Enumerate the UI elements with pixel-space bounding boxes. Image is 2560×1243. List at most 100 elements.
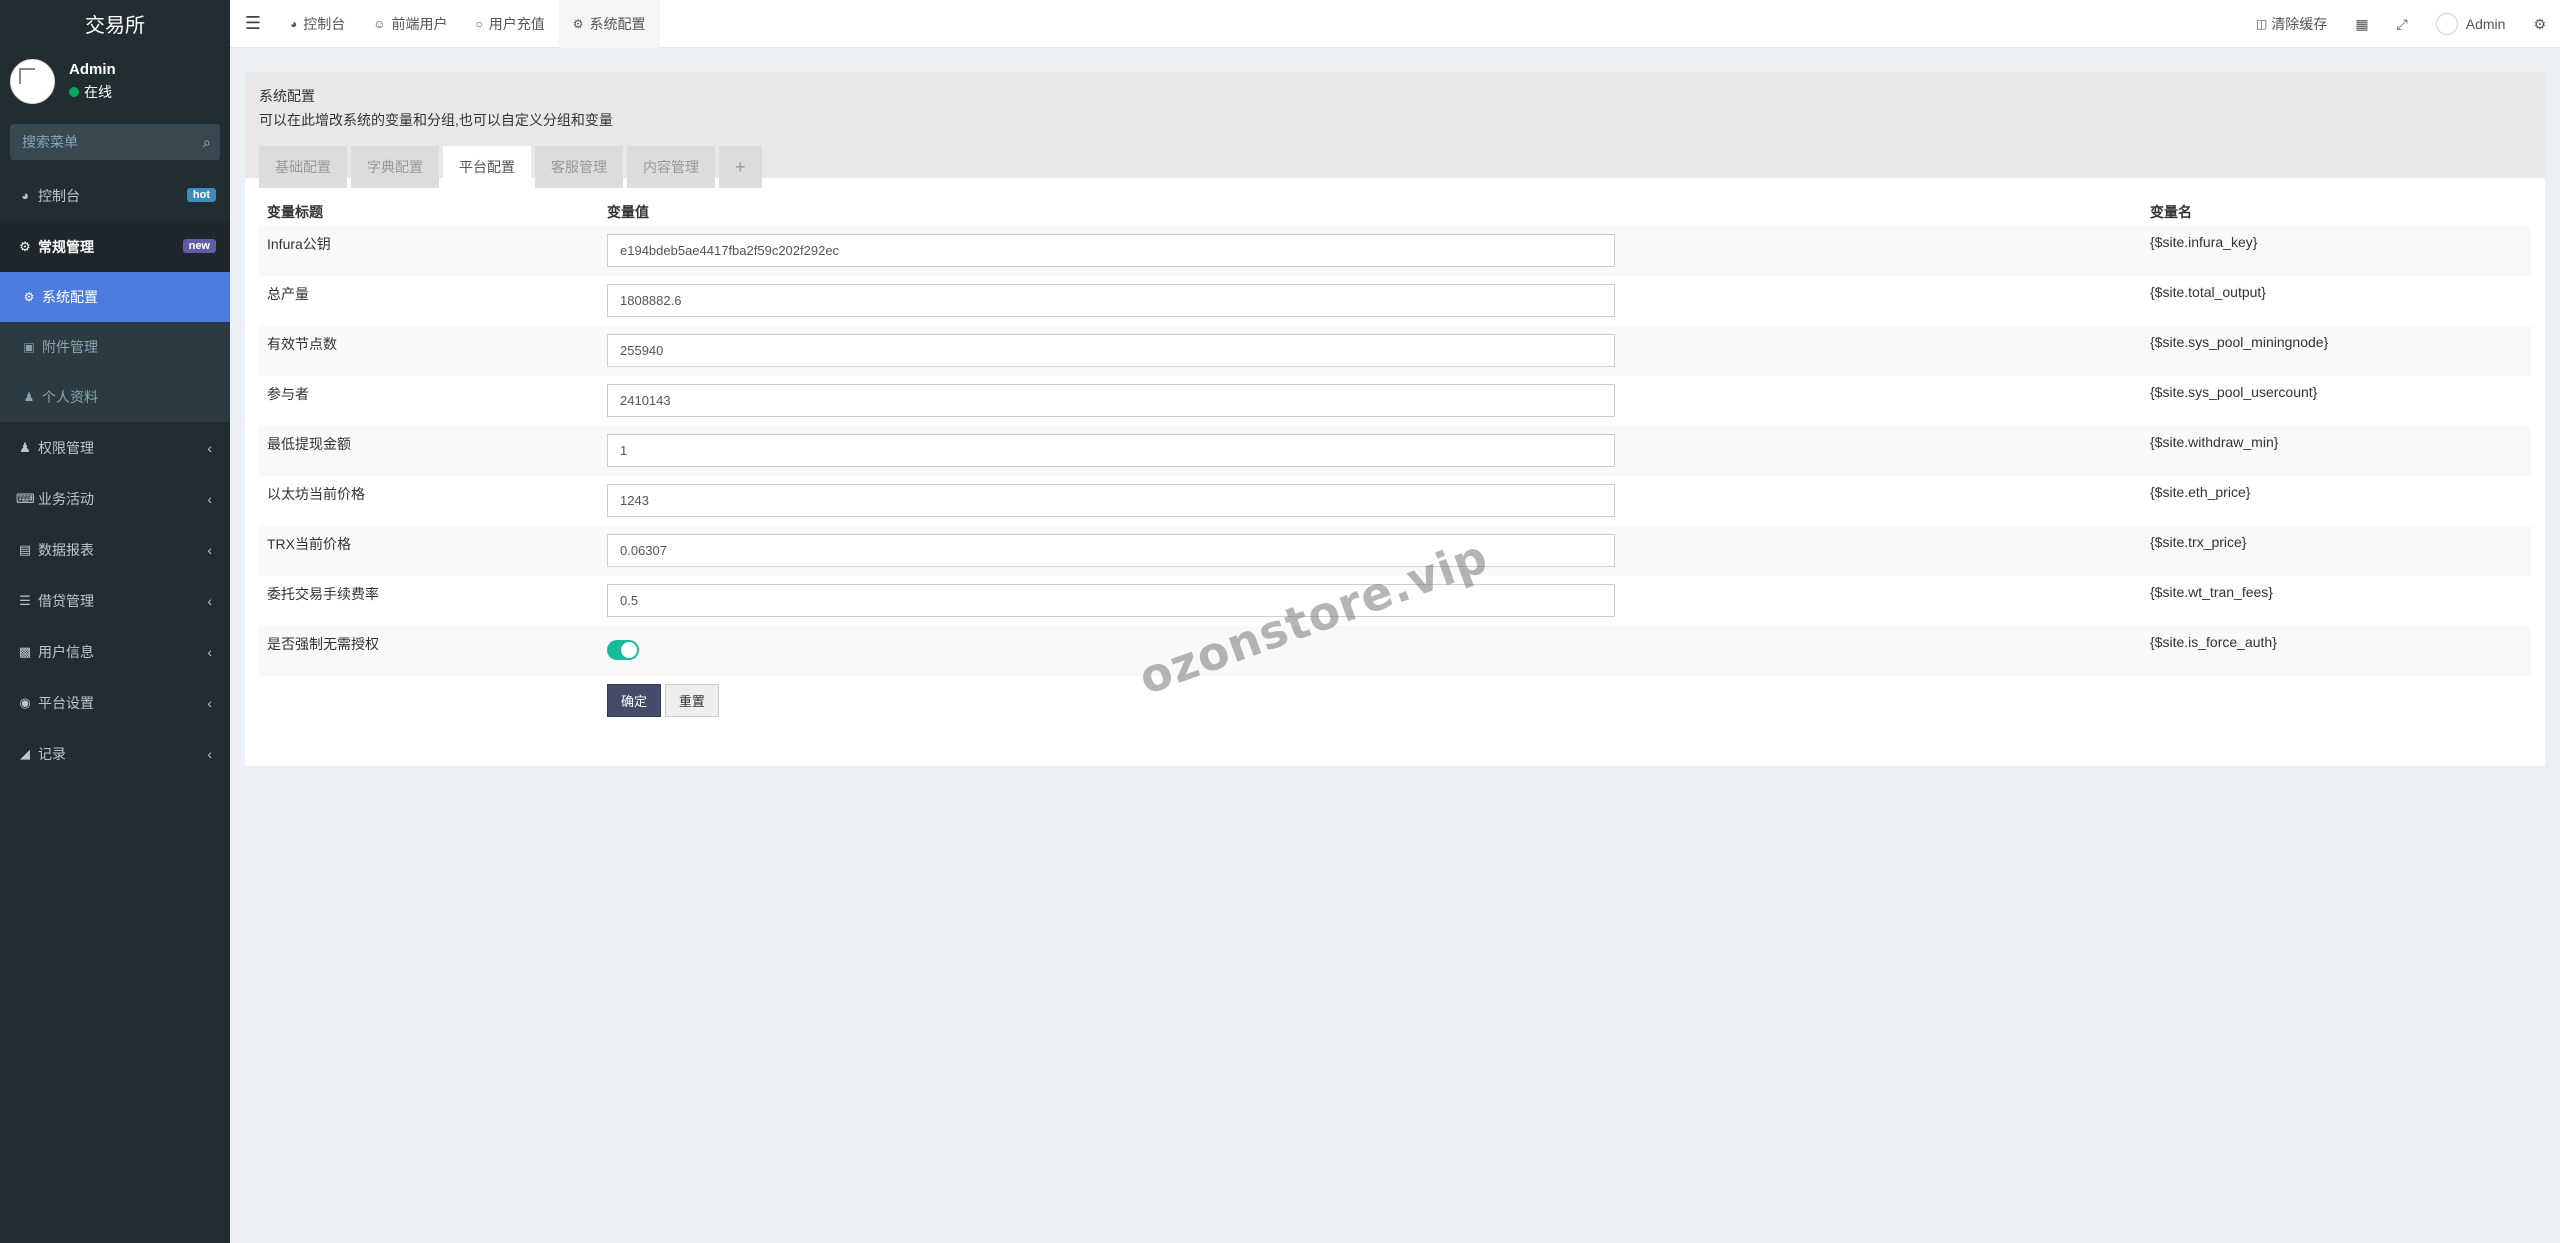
add-tab-button[interactable]: + — [719, 146, 762, 188]
settings-icon: ◉ — [19, 694, 31, 710]
tab-content-management[interactable]: 内容管理 — [627, 146, 715, 188]
row-title: Infura公钥 — [259, 226, 599, 276]
fullscreen-icon[interactable]: ⤢ — [2383, 16, 2422, 33]
tab-dict-config[interactable]: 字典配置 — [351, 146, 439, 188]
panel-body: 变量标题 变量值 变量名 Infura公钥 {$site.infura_key}… — [245, 178, 2545, 766]
sidebar-item-attachments[interactable]: ▣ 附件管理 — [0, 322, 230, 372]
reset-button[interactable]: 重置 — [664, 684, 719, 717]
area-chart-icon: ◢ — [20, 745, 30, 761]
table-row: 是否强制无需授权 {$site.is_force_auth} — [259, 626, 2531, 676]
sidebar-item-label: 控制台 — [38, 187, 80, 204]
table-row: 以太坊当前价格 {$site.eth_price} — [259, 476, 2531, 526]
row-var-name: {$site.trx_price} — [2142, 526, 2531, 576]
row-var-name: {$site.is_force_auth} — [2142, 626, 2531, 676]
search-input[interactable] — [22, 134, 203, 150]
sidebar-item-user-info[interactable]: ▩ 用户信息 ‹ — [0, 626, 230, 677]
value-input[interactable] — [607, 384, 1615, 417]
sidebar-item-reports[interactable]: ▤ 数据报表 ‹ — [0, 524, 230, 575]
row-title: 以太坊当前价格 — [267, 486, 365, 502]
panel-heading: 系统配置 可以在此增改系统的变量和分组,也可以自定义分组和变量 基础配置 字典配… — [245, 72, 2545, 188]
row-title: TRX当前价格 — [259, 526, 599, 576]
sidebar-item-system-config[interactable]: ⚙ 系统配置 — [0, 272, 230, 322]
user-status-label: 在线 — [84, 83, 112, 100]
value-input[interactable] — [607, 234, 1615, 267]
clear-cache-button[interactable]: ◫ 清除缓存 — [2242, 14, 2341, 34]
row-var-name: {$site.sys_pool_miningnode} — [2142, 326, 2531, 376]
value-input[interactable] — [607, 284, 1615, 317]
sidebar: 交易所 Admin 在线 ⌕ ◕ 控制台 hot ⚙ 常规管理 new ⚙ 系统… — [0, 0, 230, 1243]
avatar — [10, 58, 55, 104]
language-icon[interactable]: ▦ — [2341, 16, 2382, 33]
sidebar-search: ⌕ — [10, 124, 220, 160]
column-header-value: 变量值 — [607, 204, 649, 220]
sidebar-item-label: 借贷管理 — [38, 592, 94, 609]
sidebar-item-dashboard[interactable]: ◕ 控制台 hot — [0, 170, 230, 221]
row-title: 是否强制无需授权 — [259, 626, 599, 676]
tab-label: 前端用户 — [391, 15, 448, 32]
table-row: 确定 重置 — [259, 676, 2531, 726]
page-description: 可以在此增改系统的变量和分组,也可以自定义分组和变量 — [259, 112, 613, 128]
tab-system-config[interactable]: ⚙ 系统配置 — [558, 0, 660, 48]
row-var-name: {$site.infura_key} — [2142, 226, 2531, 276]
tab-user-recharge[interactable]: ○ 用户充值 — [462, 0, 559, 48]
dashboard-icon: ◕ — [290, 16, 298, 31]
row-var-name: {$site.total_output} — [2150, 284, 2266, 300]
row-title: 委托交易手续费率 — [267, 586, 379, 602]
table-row: 参与者 {$site.sys_pool_usercount} — [259, 376, 2531, 426]
column-header-title: 变量标题 — [267, 204, 323, 220]
sidebar-item-loans[interactable]: ☰ 借贷管理 ‹ — [0, 575, 230, 626]
chevron-left-icon: ‹ — [207, 541, 212, 558]
confirm-button[interactable]: 确定 — [607, 684, 662, 717]
tab-label: 控制台 — [303, 15, 346, 32]
row-var-name: {$site.wt_tran_fees} — [2150, 584, 2273, 600]
sidebar-item-permissions[interactable]: ♟ 权限管理 ‹ — [0, 422, 230, 473]
sidebar-item-platform-settings[interactable]: ◉ 平台设置 ‹ — [0, 677, 230, 728]
sidebar-item-business[interactable]: ⌨ 业务活动 ‹ — [0, 473, 230, 524]
row-var-name: {$site.withdraw_min} — [2142, 426, 2531, 476]
gear-icon: ⚙ — [572, 16, 584, 31]
file-icon: ▤ — [18, 541, 32, 557]
dashboard-icon: ◕ — [21, 188, 29, 203]
cogs-icon[interactable]: ⚙ — [2519, 16, 2560, 33]
tab-basic-config[interactable]: 基础配置 — [259, 146, 347, 188]
tab-platform-config[interactable]: 平台配置 — [443, 146, 531, 188]
sidebar-item-label: 权限管理 — [38, 439, 94, 456]
row-var-name: {$site.sys_pool_usercount} — [2150, 384, 2318, 400]
topbar-right: ◫ 清除缓存 ▦ ⤢ Admin ⚙ — [2242, 0, 2560, 48]
chevron-left-icon: ‹ — [207, 490, 212, 507]
sidebar-item-label: 数据报表 — [38, 541, 94, 558]
admin-menu[interactable]: Admin — [2422, 13, 2520, 35]
tab-customer-service[interactable]: 客服管理 — [535, 146, 623, 188]
app-logo[interactable]: 交易所 — [0, 0, 230, 46]
chevron-left-icon: ‹ — [207, 439, 212, 456]
sidebar-item-label: 平台设置 — [38, 694, 94, 711]
sidebar-item-label: 业务活动 — [38, 490, 94, 507]
force-auth-toggle[interactable] — [607, 640, 639, 660]
sidebar-item-profile[interactable]: ♟ 个人资料 — [0, 372, 230, 422]
value-input[interactable] — [607, 334, 1615, 367]
table-row: 有效节点数 {$site.sys_pool_miningnode} — [259, 326, 2531, 376]
sidebar-item-records[interactable]: ◢ 记录 ‹ — [0, 728, 230, 779]
cogs-icon: ⚙ — [19, 238, 31, 254]
search-icon[interactable]: ⌕ — [203, 134, 211, 151]
tab-dashboard[interactable]: ◕ 控制台 — [276, 0, 359, 48]
row-title: 有效节点数 — [259, 326, 599, 376]
value-input[interactable] — [607, 434, 1615, 467]
table-row: 最低提现金额 {$site.withdraw_min} — [259, 426, 2531, 476]
list-icon: ☰ — [19, 592, 31, 608]
admin-name: Admin — [2465, 16, 2506, 32]
sidebar-item-label: 常规管理 — [38, 238, 94, 255]
circle-icon: ○ — [475, 16, 483, 31]
sidebar-item-general[interactable]: ⚙ 常规管理 new — [0, 221, 230, 272]
value-input[interactable] — [607, 484, 1615, 517]
user-panel: Admin 在线 — [0, 46, 230, 116]
user-circle-icon: ☺ — [373, 16, 386, 31]
chevron-left-icon: ‹ — [207, 745, 212, 762]
gear-icon: ⚙ — [23, 290, 35, 304]
user-status: 在线 — [69, 82, 116, 102]
menu-toggle-icon[interactable]: ☰ — [230, 13, 276, 34]
tab-frontend-users[interactable]: ☺ 前端用户 — [359, 0, 461, 48]
tab-label: 系统配置 — [589, 15, 646, 32]
column-header-name: 变量名 — [2150, 204, 2192, 220]
row-title: 总产量 — [267, 286, 309, 302]
